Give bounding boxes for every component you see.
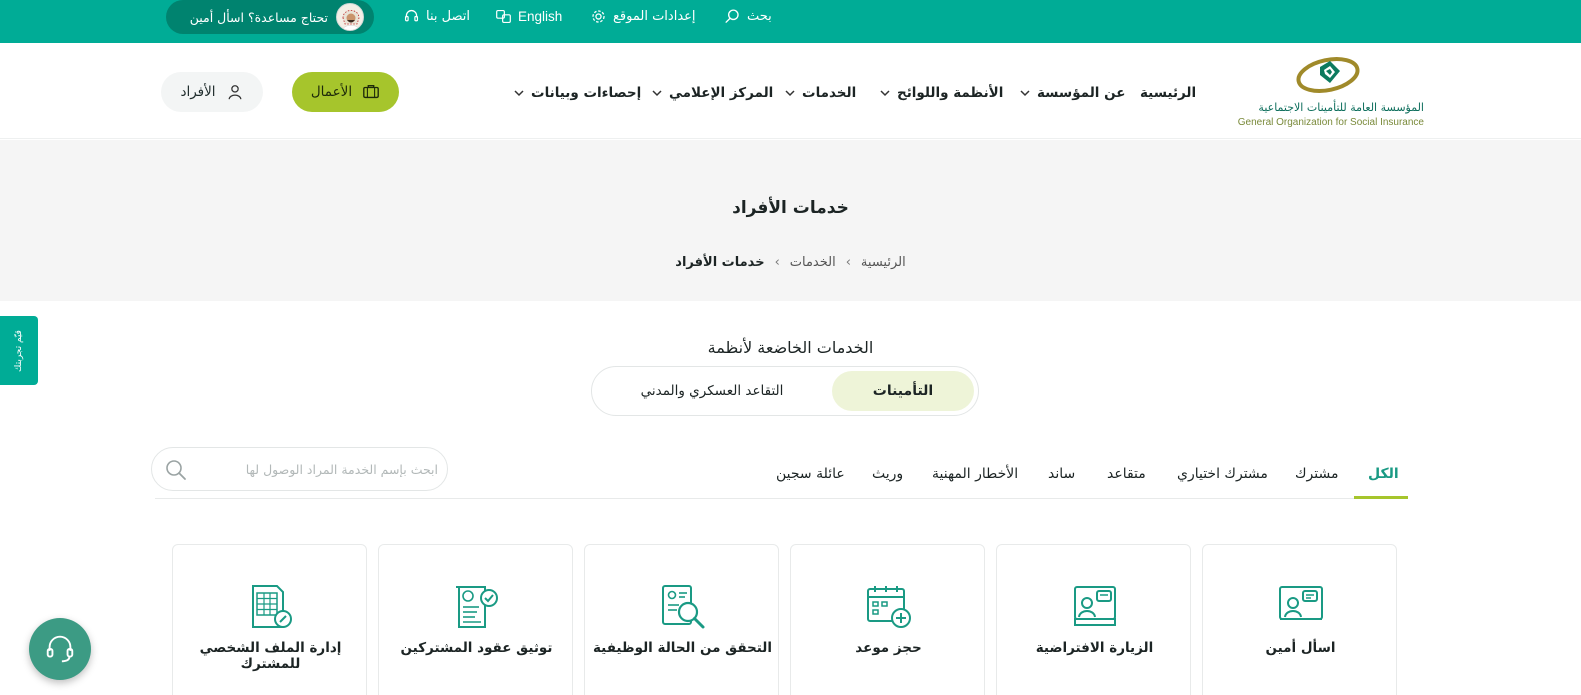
document-search-icon	[662, 585, 705, 629]
filter-tab-heir[interactable]: وريث	[872, 466, 903, 482]
headset-icon	[46, 635, 74, 663]
filter-tab-retiree[interactable]: متقاعد	[1107, 466, 1146, 482]
profile-file-edit-icon	[252, 585, 292, 628]
chevron-down-icon	[880, 90, 890, 97]
service-card-virtual-visit[interactable]: الزيارة الافتراضية	[996, 544, 1191, 695]
filter-tab-saned[interactable]: ساند	[1048, 466, 1075, 482]
calendar-add-icon	[867, 586, 911, 628]
chevron-down-icon	[652, 90, 662, 97]
gosi-logo[interactable]: المؤسسة العامة للتأمينات الاجتماعية Gene…	[1228, 53, 1424, 133]
nav-statistics[interactable]: إحصاءات وبيانات	[513, 83, 641, 103]
site-settings-link[interactable]: إعدادات الموقع	[590, 0, 696, 32]
support-chat-button[interactable]	[29, 618, 91, 680]
chat-agent-icon	[1279, 586, 1323, 620]
individuals-button[interactable]: الأفراد	[161, 72, 263, 112]
toggle-military-civil[interactable]: التقاعد العسكري والمدني	[592, 367, 832, 415]
chevron-down-icon	[1020, 90, 1030, 97]
service-search	[151, 447, 448, 491]
filter-tab-optional-subscriber[interactable]: مشترك اختياري	[1177, 466, 1268, 482]
breadcrumb-current: خدمات الأفراد	[675, 255, 765, 270]
service-search-input[interactable]	[202, 448, 438, 490]
nav-home[interactable]: الرئيسية	[1140, 83, 1196, 103]
breadcrumb-home[interactable]: الرئيسية	[861, 255, 906, 270]
nav-regulations[interactable]: الأنظمة واللوائح	[879, 83, 1003, 103]
contract-verify-icon	[456, 586, 498, 628]
filter-active-indicator	[1354, 496, 1408, 499]
toggle-insurance[interactable]: التأمينات	[832, 371, 974, 411]
gosi-logo-mark	[1296, 57, 1360, 93]
gear-icon	[592, 9, 605, 23]
nav-services[interactable]: الخدمات	[784, 83, 856, 103]
main-header: المؤسسة العامة للتأمينات الاجتماعية Gene…	[0, 43, 1581, 139]
virtual-visit-icon	[1074, 586, 1116, 626]
ameen-avatar	[336, 3, 364, 31]
breadcrumb-separator: ‹	[845, 255, 851, 270]
business-button[interactable]: الأعمال	[292, 72, 399, 112]
headset-icon	[404, 9, 419, 21]
filter-divider	[155, 498, 1408, 499]
system-toggle: التقاعد العسكري والمدني التأمينات	[591, 366, 979, 416]
service-card-book-appointment[interactable]: حجز موعد	[790, 544, 985, 695]
chevron-down-icon	[514, 90, 524, 97]
breadcrumb-separator: ‹	[774, 255, 780, 270]
filter-tab-all[interactable]: الكل	[1368, 466, 1399, 482]
top-bar: بحث إعدادات الموقع English اتصل بنا تحتا…	[0, 0, 1581, 43]
language-switch[interactable]: English	[495, 0, 562, 32]
contact-link[interactable]: اتصل بنا	[403, 0, 470, 32]
filter-tab-subscriber[interactable]: مشترك	[1295, 466, 1338, 482]
search-icon[interactable]	[164, 458, 188, 482]
translate-icon	[496, 9, 511, 23]
briefcase-icon	[363, 85, 379, 99]
page-title: خدمات الأفراد	[732, 198, 849, 218]
filter-tab-occupational-hazards[interactable]: الأخطار المهنية	[932, 466, 1018, 482]
nav-media-center[interactable]: المركز الإعلامي	[651, 83, 773, 103]
breadcrumb-services[interactable]: الخدمات	[790, 255, 836, 270]
service-card-verify-employment[interactable]: التحقق من الحالة الوظيفية	[584, 544, 779, 695]
user-icon	[228, 85, 242, 100]
service-card-manage-profile[interactable]: إدارة الملف الشخصي للمشترك	[172, 544, 367, 695]
search-link[interactable]: بحث	[724, 0, 772, 32]
section-title: الخدمات الخاضعة لأنظمة	[707, 338, 874, 357]
page-hero: خدمات الأفراد الرئيسية ‹ الخدمات ‹ خدمات…	[0, 140, 1581, 301]
breadcrumb: الرئيسية ‹ الخدمات ‹ خدمات الأفراد	[0, 255, 1581, 270]
service-card-contract-documentation[interactable]: توثيق عقود المشتركين	[378, 544, 573, 695]
filter-tab-prisoner-family[interactable]: عائلة سجين	[776, 466, 845, 482]
chevron-down-icon	[785, 90, 795, 97]
service-card-ask-ameen[interactable]: اسأل أمين	[1202, 544, 1397, 695]
ask-ameen-pill[interactable]: تحتاج مساعدة؟ اسأل أمين	[166, 0, 374, 34]
search-icon	[725, 8, 739, 23]
nav-about[interactable]: عن المؤسسة	[1019, 83, 1125, 103]
